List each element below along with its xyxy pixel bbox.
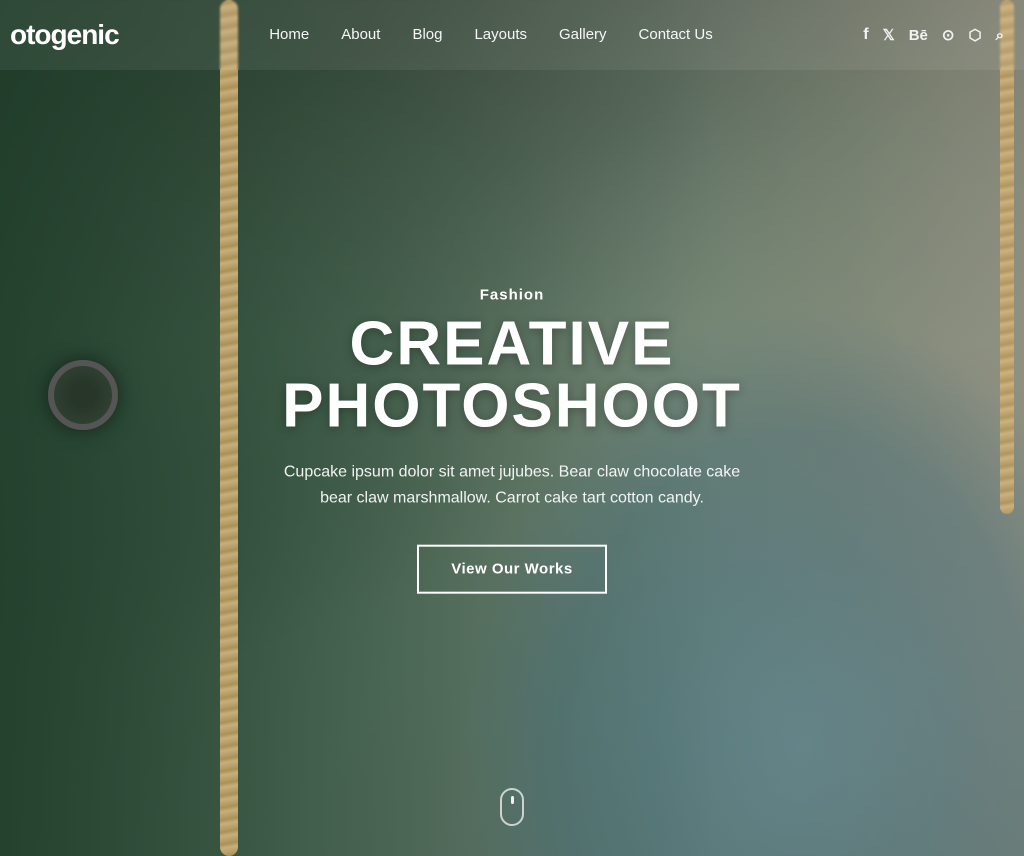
logo-text: otogenic	[10, 19, 119, 50]
nav-link-home[interactable]: Home	[269, 26, 309, 43]
behance-icon[interactable]: Bē	[909, 27, 928, 44]
nav-links: Home About Blog Layouts Gallery Contact …	[269, 26, 713, 44]
nav-item-blog[interactable]: Blog	[412, 26, 442, 44]
hero-category: Fashion	[212, 287, 812, 304]
social-icons: f 𝕏 Bē ⊙ ⬡ ⌕	[863, 26, 1004, 44]
wreath-decoration	[48, 360, 118, 430]
nav-item-layouts[interactable]: Layouts	[474, 26, 527, 44]
nav-item-about[interactable]: About	[341, 26, 380, 44]
scroll-indicator[interactable]	[500, 788, 524, 826]
github-icon[interactable]: ⊙	[942, 26, 955, 44]
cta-button[interactable]: View Our Works	[417, 545, 607, 594]
instagram-icon[interactable]: ⬡	[968, 26, 981, 44]
nav-link-layouts[interactable]: Layouts	[474, 26, 527, 43]
nav-item-gallery[interactable]: Gallery	[559, 26, 607, 44]
search-icon[interactable]: ⌕	[996, 27, 1004, 44]
hero-content: Fashion CREATIVE PHOTOSHOOT Cupcake ipsu…	[212, 287, 812, 594]
nav-link-contact[interactable]: Contact Us	[639, 26, 713, 43]
navbar: otogenic Home About Blog Layouts Gallery…	[0, 0, 1024, 70]
logo[interactable]: otogenic	[10, 19, 119, 51]
nav-item-contact[interactable]: Contact Us	[639, 26, 713, 44]
rope-right-decoration	[1000, 0, 1014, 514]
hero-description: Cupcake ipsum dolor sit amet jujubes. Be…	[272, 460, 752, 511]
nav-link-about[interactable]: About	[341, 26, 380, 43]
hero-title: CREATIVE PHOTOSHOOT	[212, 314, 812, 438]
nav-link-blog[interactable]: Blog	[412, 26, 442, 43]
scroll-dot	[511, 796, 514, 804]
hero-section: otogenic Home About Blog Layouts Gallery…	[0, 0, 1024, 856]
facebook-icon[interactable]: f	[863, 26, 868, 44]
twitter-icon[interactable]: 𝕏	[883, 26, 895, 44]
nav-item-home[interactable]: Home	[269, 26, 309, 44]
nav-link-gallery[interactable]: Gallery	[559, 26, 607, 43]
scroll-mouse-icon	[500, 788, 524, 826]
